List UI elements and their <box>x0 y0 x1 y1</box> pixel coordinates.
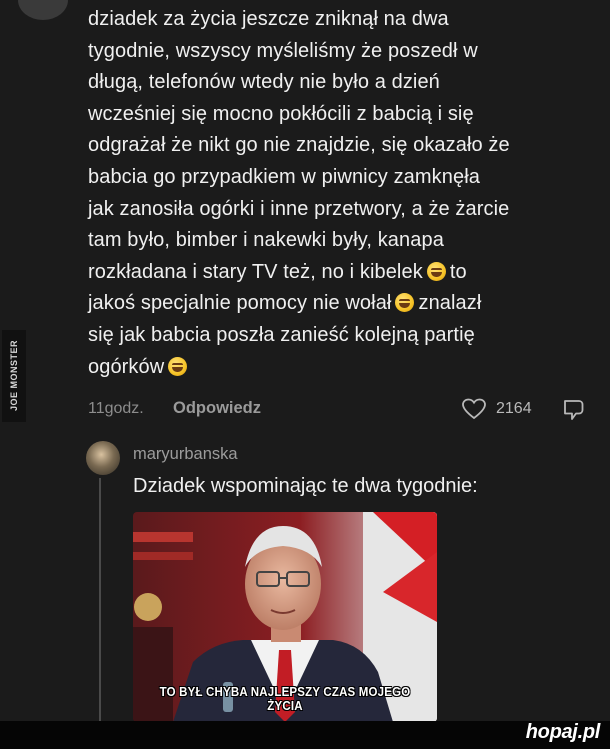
comment-line: babcia go przypadkiem w piwnicy zamknęła <box>88 165 480 188</box>
reply-avatar[interactable] <box>86 441 120 475</box>
comment-line: odgrażał że nikt go nie znajdzie, się ok… <box>88 134 510 157</box>
comment-line: jakoś specjalnie pomocy nie wołał znalazł <box>88 288 588 320</box>
meme-caption: TO BYŁ CHYBA NAJLEPSZY CZAS MOJEGO ŻYCIA <box>159 685 411 713</box>
comment-line-part: to <box>449 260 467 283</box>
laughing-tears-emoji-icon <box>168 356 188 376</box>
dislike-icon[interactable] <box>561 398 587 422</box>
comment-line: ogórków <box>88 352 588 384</box>
heart-icon[interactable] <box>462 398 486 420</box>
reply-text: Dziadek wspominając te dwa tygodnie: <box>133 475 478 497</box>
comment-line-part: znalazł <box>418 292 482 315</box>
watermark-text: JOE MONSTER <box>9 340 19 412</box>
joe-monster-watermark: JOE MONSTER <box>2 330 26 422</box>
commenter-avatar[interactable] <box>18 0 68 20</box>
comment-line: tam było, bimber i nakewki były, kanapa <box>88 229 444 252</box>
grinning-sweat-emoji-icon <box>426 261 446 281</box>
meme-image[interactable]: TO BYŁ CHYBA NAJLEPSZY CZAS MOJEGO ŻYCIA <box>133 512 437 722</box>
comment-line: jak zanosiła ogórki i inne przetwory, a … <box>88 197 510 220</box>
footer-bar: hopaj.pl <box>0 721 610 749</box>
comment-line: długą, telefonów wtedy nie było a dzień <box>88 71 440 94</box>
comment-line-part: ogórków <box>88 355 165 378</box>
comment-line-part: jakoś specjalnie pomocy nie wołał <box>88 292 392 315</box>
comment-line: dziadek za życia jeszcze zniknął na dwa <box>88 8 449 30</box>
comment-line: się jak babcia poszła zanieść kolejną pa… <box>88 323 475 346</box>
reply-button[interactable]: Odpowiedz <box>173 399 261 418</box>
comment-body: dziadek za życia jeszcze zniknął na dwa … <box>88 4 588 383</box>
comment-line-part: rozkładana i stary TV też, no i kibelek <box>88 260 423 283</box>
hopaj-logo: hopaj.pl <box>525 721 601 743</box>
like-count: 2164 <box>496 400 532 417</box>
comment-line: rozkładana i stary TV też, no i kibelek t… <box>88 257 588 289</box>
laughing-tears-emoji-icon <box>395 293 415 313</box>
comment-actions: 11godz. Odpowiedz 2164 <box>88 396 598 426</box>
comment-line: tygodnie, wszyscy myśleliśmy że poszedł … <box>88 39 478 62</box>
reply-username[interactable]: maryurbanska <box>133 445 238 464</box>
thread-line <box>99 478 101 723</box>
comment-line: wcześniej się mocno pokłócili z babcią i… <box>88 102 474 125</box>
comment-timestamp: 11godz. <box>88 400 144 417</box>
